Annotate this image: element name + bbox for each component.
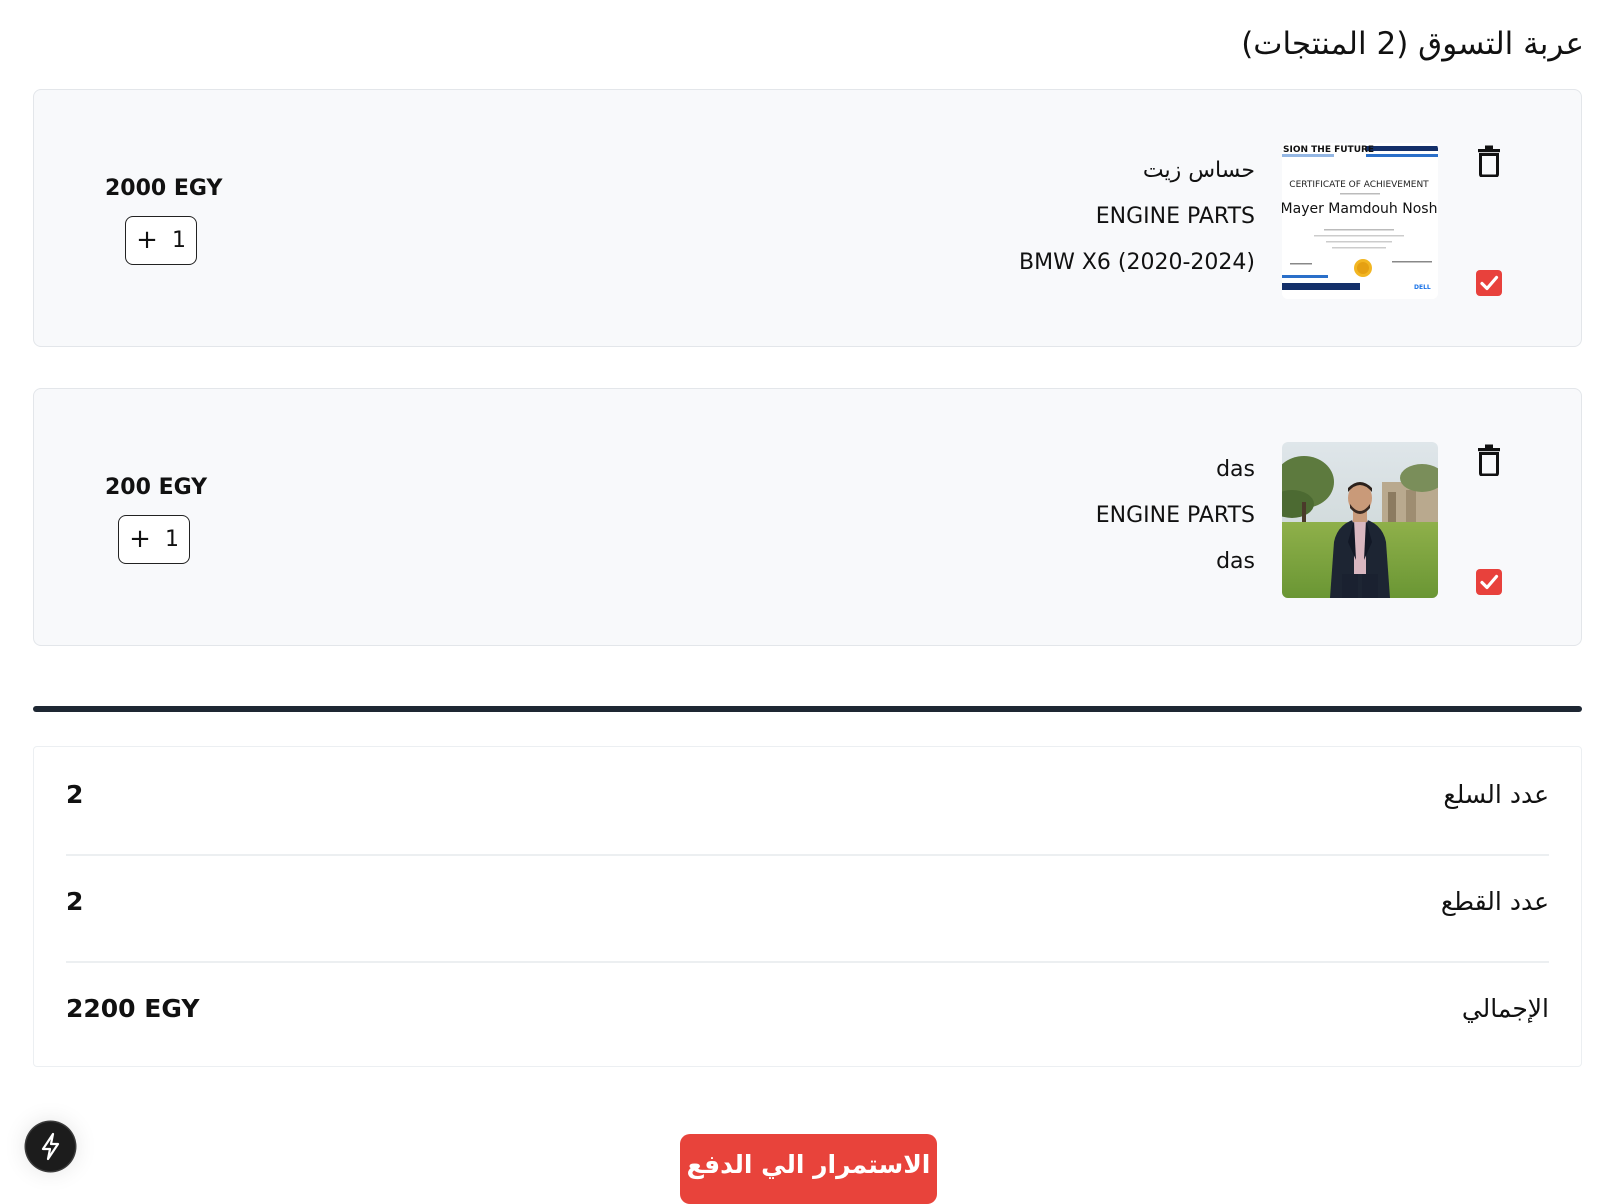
item-image[interactable]: SION THE FUTURE CERTIFICATE OF ACHIEVEME…	[1282, 143, 1438, 299]
quantity-value: 1	[165, 527, 179, 552]
certificate-image: SION THE FUTURE CERTIFICATE OF ACHIEVEME…	[1282, 143, 1438, 299]
certificate-brand: DELL	[1414, 284, 1431, 291]
quantity-stepper[interactable]: + 1	[125, 216, 197, 265]
summary-label: عدد السلع	[1443, 780, 1549, 809]
trash-icon[interactable]	[1476, 145, 1502, 178]
cart-item: 2000 EGY + 1 حساس زيت ENGINE PARTS BMW X…	[33, 89, 1582, 347]
summary-row-items-count: عدد السلع 2	[66, 747, 1549, 856]
summary-row-pieces-count: عدد القطع 2	[66, 854, 1549, 963]
item-name: حساس زيت	[1142, 158, 1255, 183]
person-photo	[1282, 442, 1438, 598]
summary-label: عدد القطع	[1440, 887, 1549, 916]
summary-row-total: الإجمالي 2200 EGY	[66, 961, 1549, 1068]
item-category: ENGINE PARTS	[1095, 204, 1255, 229]
item-image[interactable]	[1282, 442, 1438, 598]
checkbox-checked-icon[interactable]	[1476, 569, 1502, 595]
trash-icon[interactable]	[1476, 444, 1502, 477]
certificate-header: SION THE FUTURE	[1283, 145, 1374, 155]
bolt-icon[interactable]	[26, 1122, 75, 1171]
checkbox-checked-icon[interactable]	[1476, 270, 1502, 296]
certificate-recipient: Mayer Mamdouh Nosh	[1282, 201, 1437, 217]
summary-value: 2	[66, 780, 84, 809]
item-category: ENGINE PARTS	[1095, 503, 1255, 528]
checkout-button[interactable]: الاستمرار الي الدفع	[680, 1134, 937, 1204]
cart-item: 200 EGY + 1 das ENGINE PARTS das	[33, 388, 1582, 646]
item-info: das ENGINE PARTS das	[1096, 453, 1255, 591]
quantity-stepper[interactable]: + 1	[118, 515, 190, 564]
summary-value: 2200 EGY	[66, 994, 200, 1023]
item-name: das	[1216, 457, 1255, 482]
item-model: das	[1216, 549, 1255, 574]
plus-icon[interactable]: +	[136, 226, 158, 254]
order-summary: عدد السلع 2 عدد القطع 2 الإجمالي 2200 EG…	[33, 746, 1582, 1067]
item-model: BMW X6 (2020-2024)	[1019, 250, 1255, 275]
section-divider	[33, 706, 1582, 712]
item-price: 200 EGY	[105, 475, 208, 500]
certificate-title: CERTIFICATE OF ACHIEVEMENT	[1289, 180, 1429, 190]
summary-label: الإجمالي	[1461, 994, 1549, 1023]
page-title: عربة التسوق (2 المنتجات)	[1241, 26, 1584, 62]
item-info: حساس زيت ENGINE PARTS BMW X6 (2020-2024)	[1019, 154, 1255, 292]
summary-value: 2	[66, 887, 84, 916]
item-price: 2000 EGY	[105, 176, 223, 201]
quantity-value: 1	[172, 228, 186, 253]
plus-icon[interactable]: +	[129, 525, 151, 553]
